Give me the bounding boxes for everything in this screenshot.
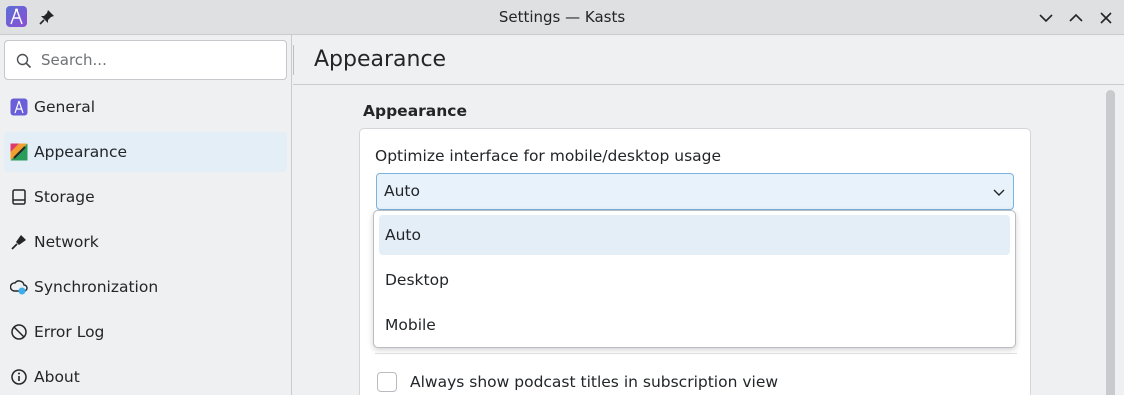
option-label: Desktop [385, 271, 449, 289]
sidebar-item-label: Appearance [34, 143, 128, 161]
maximize-icon[interactable] [1066, 8, 1086, 28]
minimize-icon[interactable] [1036, 8, 1056, 28]
section-title: Appearance [363, 102, 467, 120]
show-podcast-titles-checkbox[interactable] [377, 372, 397, 392]
info-icon [10, 368, 28, 386]
search-box[interactable] [4, 40, 287, 80]
sidebar-item-network[interactable]: Network [4, 222, 287, 262]
interface-mode-combobox[interactable]: Auto [376, 173, 1014, 210]
option-label: Mobile [385, 316, 436, 334]
chevron-down-icon [991, 184, 1007, 200]
dropdown-option-mobile[interactable]: Mobile [379, 305, 1010, 345]
close-icon[interactable] [1096, 8, 1116, 28]
sidebar-item-appearance[interactable]: Appearance [4, 132, 287, 172]
sidebar-item-label: Storage [34, 188, 95, 206]
title-bar: Settings — Kasts [0, 0, 1124, 35]
sidebar-item-about[interactable]: About [4, 357, 287, 395]
sidebar-item-storage[interactable]: Storage [4, 177, 287, 217]
option-label: Auto [385, 226, 421, 244]
sidebar-nav: General Appearance Storage Network Synch… [4, 87, 287, 395]
header-separator [293, 45, 294, 75]
network-icon [10, 233, 28, 251]
scrollbar-thumb[interactable] [1106, 90, 1115, 395]
error-log-icon [10, 323, 28, 341]
sync-icon [10, 278, 28, 296]
sidebar: General Appearance Storage Network Synch… [0, 35, 292, 395]
combobox-value: Auto [384, 182, 420, 200]
sidebar-item-synchronization[interactable]: Synchronization [4, 267, 287, 307]
interface-mode-label: Optimize interface for mobile/desktop us… [375, 147, 722, 165]
search-input[interactable] [41, 49, 281, 71]
card-divider [375, 353, 1017, 354]
dropdown-option-auto[interactable]: Auto [379, 215, 1010, 255]
sidebar-item-general[interactable]: General [4, 87, 287, 127]
page-header: Appearance [293, 35, 1124, 85]
show-podcast-titles-label[interactable]: Always show podcast titles in subscripti… [410, 373, 778, 391]
sidebar-item-label: Error Log [34, 323, 105, 341]
sidebar-item-error-log[interactable]: Error Log [4, 312, 287, 352]
search-icon [16, 53, 32, 69]
sidebar-item-label: About [34, 368, 80, 386]
storage-icon [10, 188, 28, 206]
appearance-icon [10, 143, 28, 161]
vertical-scrollbar[interactable] [1103, 88, 1117, 395]
page-title: Appearance [314, 47, 447, 72]
interface-mode-dropdown: Auto Desktop Mobile [373, 210, 1016, 348]
sidebar-item-label: Synchronization [34, 278, 159, 296]
kasts-icon [10, 98, 28, 116]
sidebar-item-label: Network [34, 233, 99, 251]
sidebar-item-label: General [34, 98, 96, 116]
window-title: Settings — Kasts [498, 8, 626, 26]
dropdown-option-desktop[interactable]: Desktop [379, 260, 1010, 300]
